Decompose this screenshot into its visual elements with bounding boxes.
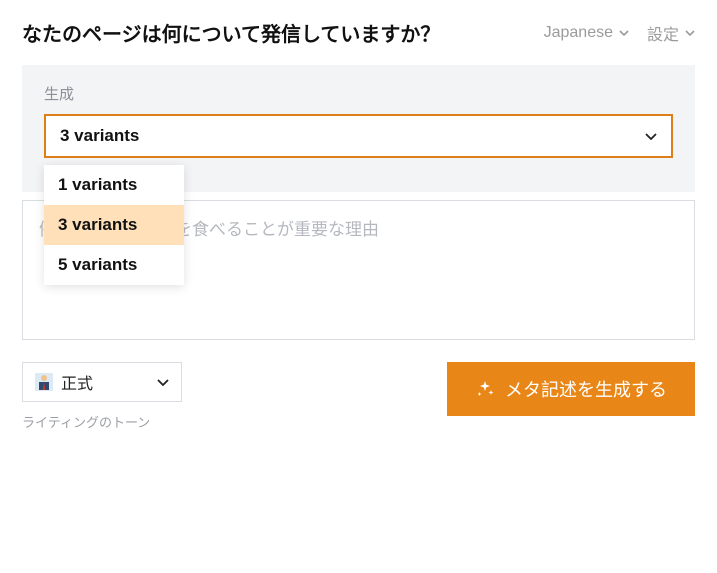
variants-option[interactable]: 1 variants [44, 165, 184, 205]
variants-option[interactable]: 5 variants [44, 245, 184, 285]
chevron-down-icon [157, 373, 169, 391]
chevron-down-icon [685, 30, 695, 36]
language-label: Japanese [544, 24, 613, 42]
variants-dropdown-menu: 1 variants 3 variants 5 variants [44, 165, 184, 285]
chevron-down-icon [619, 30, 629, 36]
variants-selected-value: 3 variants [60, 126, 139, 146]
generate-button-label: メタ記述を生成する [505, 376, 667, 402]
variants-label: 生成 [44, 83, 673, 104]
variants-select[interactable]: 3 variants [44, 114, 673, 158]
variants-panel: 生成 3 variants 1 variants 3 variants 5 va… [22, 65, 695, 192]
tone-select[interactable]: 正式 [22, 362, 182, 402]
person-tie-icon [35, 373, 53, 391]
language-selector[interactable]: Japanese [544, 24, 629, 42]
sparkles-icon [475, 379, 495, 399]
chevron-down-icon [645, 127, 657, 145]
page-title: なたのページは何について発信していますか？ [22, 18, 440, 47]
settings-menu[interactable]: 設定 [647, 21, 695, 45]
settings-label: 設定 [647, 21, 679, 45]
generate-button[interactable]: メタ記述を生成する [447, 362, 695, 416]
variants-option[interactable]: 3 variants [44, 205, 184, 245]
tone-value: 正式 [61, 370, 93, 394]
tone-caption: ライティングのトーン [22, 412, 182, 431]
